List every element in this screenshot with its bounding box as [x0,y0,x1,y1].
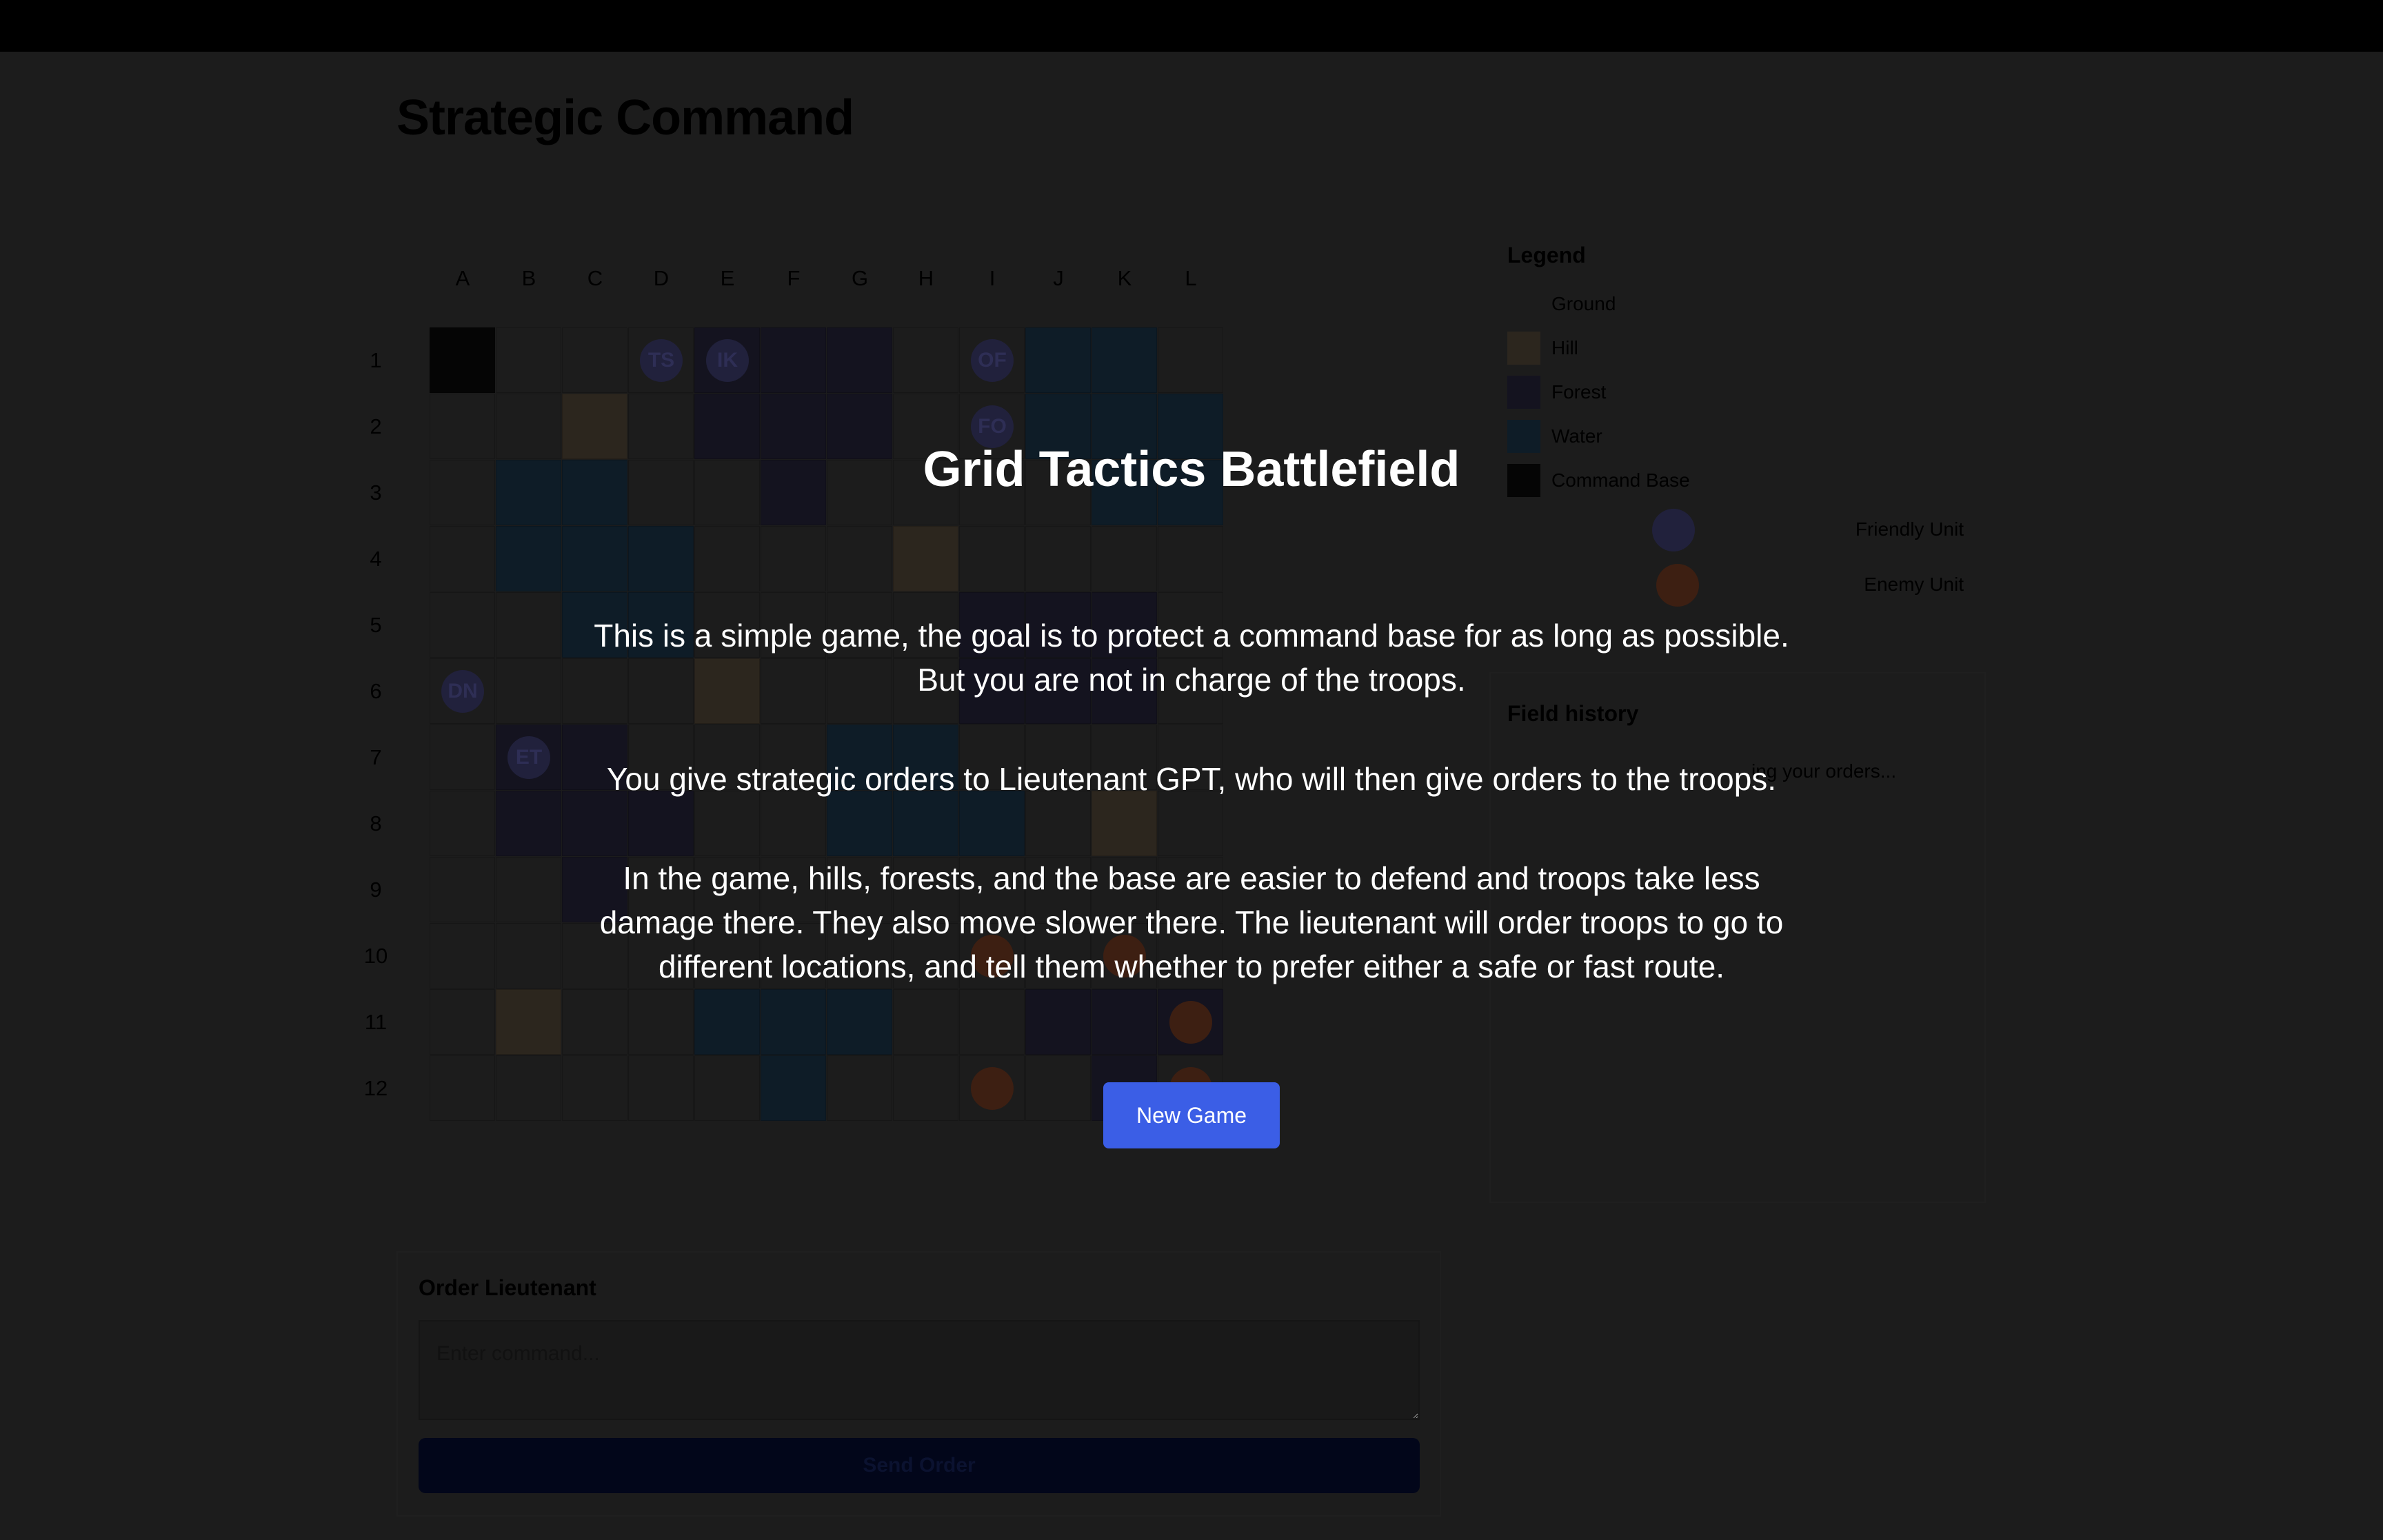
friendly-unit[interactable]: ET [507,736,550,779]
grid-cell-k1[interactable] [1092,327,1157,393]
grid-cell-a11[interactable] [430,989,495,1055]
grid-cell-b5[interactable] [496,592,561,658]
modal-rules-line-1: In the game, hills, forests, and the bas… [623,860,1760,896]
column-label: B [521,266,536,290]
grid-cell-a2[interactable] [430,394,495,459]
column-label: L [1185,266,1197,290]
modal-intro-line-2: But you are not in charge of the troops. [917,662,1466,698]
grid-cell-c1[interactable] [562,327,627,393]
modal-title: Grid Tactics Battlefield [923,442,1460,497]
column-label: I [989,266,996,290]
enemy-unit-label: Enemy Unit [1864,574,1964,595]
page-title: Strategic Command [396,90,854,145]
column-label: D [653,266,670,290]
grid-cell-b6[interactable] [496,658,561,724]
modal-rules-line-2: damage there. They also move slower ther… [599,904,1784,940]
grid-cell-a1[interactable] [430,327,495,393]
grid-cell-b11[interactable] [496,989,561,1055]
grid-cell-b2[interactable] [496,394,561,459]
column-label: A [455,266,470,290]
row-label: 3 [370,480,382,505]
modal-orders-text: You give strategic orders to Lieutenant … [606,761,1777,797]
modal-intro-line-1: This is a simple game, the goal is to pr… [594,618,1789,654]
intro-modal: Grid Tactics Battlefield This is a simpl… [579,427,1804,1186]
grid-cell-a4[interactable] [430,526,495,591]
column-label: K [1117,266,1132,290]
friendly-unit[interactable]: IK [706,339,749,382]
grid-cell-g1[interactable] [827,327,892,393]
grid-cell-a5[interactable] [430,592,495,658]
friendly-unit[interactable]: DN [441,670,484,713]
column-label: E [720,266,735,290]
grid-cell-a10[interactable] [430,923,495,989]
legend-label: Hill [1551,337,1578,358]
grid-cell-b4[interactable] [496,526,561,591]
grid-cell-f1[interactable] [761,327,826,393]
send-order-button[interactable]: Send Order [419,1438,1420,1493]
grid-cell-a7[interactable] [430,725,495,790]
column-label: G [851,266,869,290]
grid-cell-a9[interactable] [430,857,495,922]
row-label: 11 [364,1010,388,1034]
grid-cell-h1[interactable] [893,327,958,393]
grid-cell-b3[interactable] [496,460,561,525]
ground-swatch [1507,287,1540,321]
column-label: J [1053,266,1064,290]
grid-cell-j1[interactable] [1025,327,1091,393]
friendly-unit-label: Friendly Unit [1855,518,1964,540]
row-label: 1 [370,348,382,372]
grid-cell-a8[interactable] [430,791,495,856]
grid-cell-b10[interactable] [496,923,561,989]
modal-rules-line-3: different locations, and tell them wheth… [658,949,1725,984]
legend-label: Ground [1551,293,1616,314]
column-label: F [787,266,801,290]
hill-swatch [1507,332,1540,365]
row-label: 10 [363,944,388,968]
row-label: 7 [370,745,382,769]
column-label: C [587,266,603,290]
legend-label: Forest [1551,381,1607,403]
grid-cell-b8[interactable] [496,791,561,856]
row-label: 6 [370,679,382,703]
grid-cell-b12[interactable] [496,1055,561,1121]
grid-cell-b1[interactable] [496,327,561,393]
grid-cell-a3[interactable] [430,460,495,525]
column-label: H [918,266,934,290]
order-heading: Order Lieutenant [419,1275,596,1300]
legend-heading: Legend [1507,243,1586,267]
grid-cell-b9[interactable] [496,857,561,922]
friendly-unit[interactable]: TS [640,339,683,382]
row-label: 4 [370,547,382,571]
grid-cell-l1[interactable] [1158,327,1223,393]
new-game-button[interactable]: New Game [1103,1082,1280,1148]
top-bar [0,0,2383,52]
row-label: 12 [363,1076,388,1100]
forest-swatch [1507,376,1540,409]
row-label: 9 [370,878,382,902]
command-input[interactable] [419,1320,1420,1420]
friendly-unit[interactable]: OF [971,339,1014,382]
grid-cell-a12[interactable] [430,1055,495,1121]
row-label: 2 [370,414,382,438]
row-label: 5 [370,613,382,637]
row-label: 8 [370,811,382,835]
